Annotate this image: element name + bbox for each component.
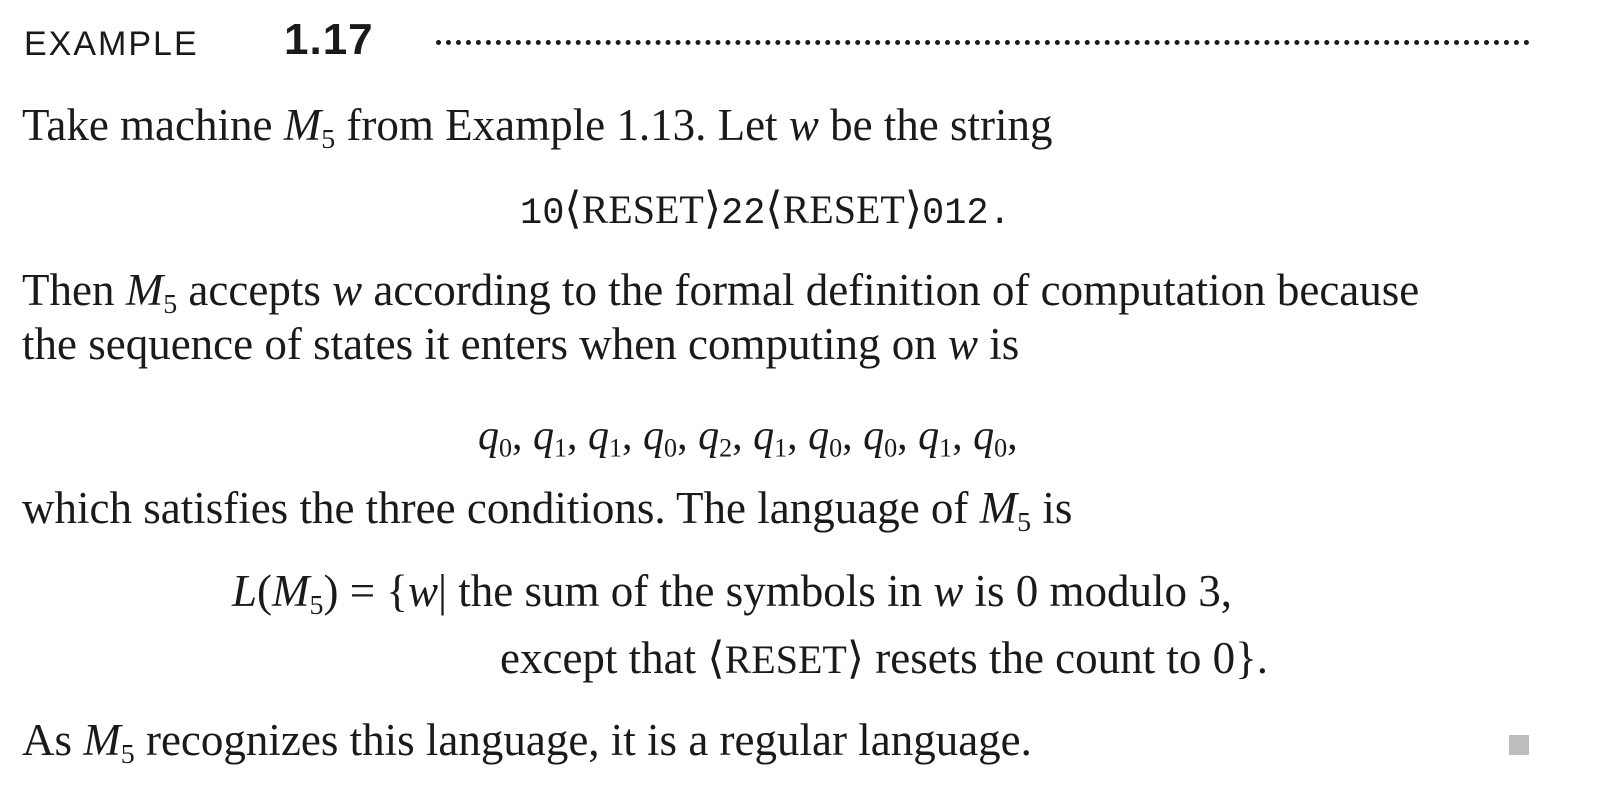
state-item: q0 xyxy=(478,413,513,463)
paragraph-conclusion: As M5 recognizes this language, it is a … xyxy=(22,715,1032,770)
paragraph-accepts-line2: the sequence of states it enters when co… xyxy=(22,319,1020,369)
state-item: q0 xyxy=(863,413,898,463)
string-variable: w xyxy=(788,100,819,150)
state-item: q1 xyxy=(588,413,623,463)
state-item: q0 xyxy=(643,413,678,463)
example-label: EXAMPLE xyxy=(24,25,199,63)
state-item: q2 xyxy=(698,413,733,463)
state-item: q0 xyxy=(973,413,1008,463)
state-sequence: q0, q1, q1, q0, q2, q1, q0, q0, q1, q0, xyxy=(478,413,1018,463)
input-string-display: 10⟨RESET⟩22⟨RESET⟩012. xyxy=(520,184,1011,235)
machine-symbol: M xyxy=(283,100,322,150)
end-of-example-square xyxy=(1509,735,1529,755)
language-definition-line2: except that ⟨RESET⟩ resets the count to … xyxy=(500,633,1268,683)
state-item: q1 xyxy=(533,413,568,463)
state-item: q0 xyxy=(808,413,843,463)
state-item: q1 xyxy=(918,413,953,463)
state-item: q1 xyxy=(753,413,788,463)
language-definition-line1: L(M5) = {w| the sum of the symbols in w … xyxy=(232,566,1233,621)
example-number: 1.17 xyxy=(284,15,374,64)
paragraph-language-intro: which satisfies the three conditions. Th… xyxy=(22,483,1073,538)
paragraph-accepts-line1: Then M5 accepts w according to the forma… xyxy=(22,265,1420,320)
paragraph-intro: Take machine M5 from Example 1.13. Let w… xyxy=(22,100,1053,155)
header-dotted-rule xyxy=(436,40,1530,45)
